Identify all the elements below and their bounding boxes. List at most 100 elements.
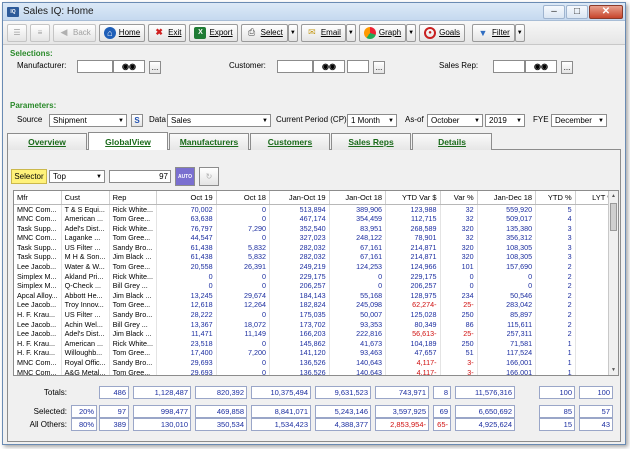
email-button[interactable]: ✉ Email xyxy=(300,23,346,42)
table-cell: 32 xyxy=(440,214,478,224)
table-cell: 71,581 xyxy=(477,338,537,349)
home-button[interactable]: ⌂ Home xyxy=(98,23,146,42)
tab-customers[interactable]: Customers xyxy=(250,133,330,150)
data-select[interactable]: Sales ▼ xyxy=(167,114,271,127)
tab-overview[interactable]: Overview xyxy=(7,133,87,150)
tab-manufacturers[interactable]: Manufacturers xyxy=(169,133,249,150)
table-row[interactable]: MNC Com... Royal Offic... Sandy Bro... 29,6… xyxy=(14,358,618,368)
fye-select[interactable]: December ▼ xyxy=(551,114,607,127)
table-cell: 282,032 xyxy=(269,242,330,253)
year-select[interactable]: 2019 ▼ xyxy=(485,114,525,127)
select-dropdown-button[interactable]: ▼ xyxy=(287,23,298,42)
exit-button[interactable]: ✖ Exit xyxy=(148,23,187,42)
column-header[interactable]: Rep xyxy=(109,191,157,205)
column-header[interactable]: Cust xyxy=(61,191,110,205)
refresh-button[interactable]: ↻ xyxy=(199,167,219,186)
table-cell: A&G Metal... xyxy=(61,367,110,375)
table-row[interactable]: Task Supp... Adel's Dist... Rick White... 7… xyxy=(14,223,618,234)
indent-icon: ≡ xyxy=(37,28,43,37)
column-header[interactable]: Jan-Dec 18 xyxy=(477,191,537,205)
month-select[interactable]: October ▼ xyxy=(427,114,483,127)
customer-code-input[interactable] xyxy=(347,60,369,73)
selector-count-input[interactable]: 97 xyxy=(109,170,171,183)
email-dropdown-button[interactable]: ▼ xyxy=(345,23,356,42)
source-select[interactable]: Shipment ▼ xyxy=(49,114,127,127)
table-row[interactable]: Task Supp... M H & Son... Jim Black ... 61,… xyxy=(14,252,618,263)
source-s-button[interactable]: S xyxy=(131,114,143,127)
table-cell: 2 xyxy=(535,281,576,291)
column-header[interactable]: Oct 18 xyxy=(216,191,270,205)
table-row[interactable]: Lee Jacob... Troy Innov... Tom Gree... 12,6… xyxy=(14,300,618,311)
table-row[interactable]: Lee Jacob... Adel's Dist... Jim Black ... 1… xyxy=(14,329,618,339)
others-ytdpct: 15 xyxy=(539,418,575,431)
table-row[interactable]: Lee Jacob... Water & W... Tom Gree... 20,55… xyxy=(14,262,618,272)
table-cell: 108,305 xyxy=(477,242,537,253)
scroll-down-icon[interactable]: ▼ xyxy=(609,365,618,375)
chevron-down-icon: ▼ xyxy=(388,117,394,124)
table-cell: 13,367 xyxy=(156,319,217,330)
column-header[interactable]: Oct 19 xyxy=(156,191,217,205)
table-row[interactable]: Task Supp... US Filter ... Sandy Bro... 61,… xyxy=(14,242,618,253)
table-row[interactable]: H. F. Krau... US Filter ... Sandy Bro... 28… xyxy=(14,310,618,320)
table-row[interactable]: MNC Com... American ... Tom Gree... 63,638 0… xyxy=(14,214,618,224)
maximize-button[interactable]: □ xyxy=(566,4,588,19)
vertical-scrollbar[interactable]: ▲ ▼ xyxy=(608,191,618,375)
table-row[interactable]: Simplex M... Q-Check ... Bill Grey ... 0 0 20… xyxy=(14,281,618,291)
graph-dropdown-button[interactable]: ▼ xyxy=(406,23,417,42)
tab-details[interactable]: Details xyxy=(412,133,492,150)
select-button[interactable]: ⎙ Select xyxy=(240,23,288,42)
table-cell: 101 xyxy=(440,262,478,272)
table-cell: Tom Gree... xyxy=(109,214,157,224)
tab-globalview[interactable]: GlobalView xyxy=(88,132,168,150)
salesrep-search-button[interactable]: ◉◉ xyxy=(525,60,557,73)
scroll-up-icon[interactable]: ▲ xyxy=(609,191,618,201)
filter-dropdown-button[interactable]: ▼ xyxy=(514,23,525,42)
table-cell: 175,035 xyxy=(269,310,330,320)
table-cell: Rick White... xyxy=(109,223,157,234)
list-view-button[interactable]: ☰ xyxy=(7,23,27,42)
goals-button[interactable]: ● Goals xyxy=(419,23,465,42)
column-header[interactable]: YTD % xyxy=(535,191,576,205)
manufacturer-search-button[interactable]: ◉◉ xyxy=(113,60,145,73)
tab-sales-reps[interactable]: Sales Reps xyxy=(331,133,411,150)
manufacturer-browse-button[interactable]: ... xyxy=(149,61,161,74)
close-button[interactable]: ✕ xyxy=(589,4,623,19)
column-header[interactable]: Mfr xyxy=(14,191,62,205)
minimize-button[interactable]: – xyxy=(543,4,565,19)
column-header[interactable]: Jan-Oct 18 xyxy=(329,191,387,205)
table-cell: 0 xyxy=(216,214,270,224)
auto-button[interactable]: AUTO xyxy=(175,167,195,186)
scroll-thumb[interactable] xyxy=(610,203,617,231)
table-cell: 157,690 xyxy=(477,262,537,272)
salesrep-input[interactable] xyxy=(493,60,525,73)
table-cell: 2 xyxy=(535,262,576,272)
customer-input[interactable] xyxy=(277,60,313,73)
table-cell: 2 xyxy=(535,300,576,311)
table-cell: 25- xyxy=(440,329,478,339)
table-row[interactable]: H. F. Krau... American ... Rick White... 23… xyxy=(14,338,618,349)
graph-button[interactable]: Graph xyxy=(358,23,407,42)
customer-browse-button[interactable]: ... xyxy=(373,61,385,74)
toolbar: ☰ ≡ ◀ Back ⌂ Home ✖ Exit X Export ⎙ Select ▼ … xyxy=(3,21,625,45)
table-row[interactable]: Lee Jacob... Achin Wel... Bill Grey ... 13,… xyxy=(14,319,618,330)
back-button[interactable]: ◀ Back xyxy=(53,23,96,42)
column-header[interactable]: Var % xyxy=(440,191,478,205)
manufacturer-input[interactable] xyxy=(77,60,113,73)
table-cell: 222,816 xyxy=(329,329,387,339)
selector-select[interactable]: Top ▼ xyxy=(49,170,105,183)
table-row[interactable]: Simplex M... Akland Pri... Rick White... 0 0… xyxy=(14,271,618,282)
column-header[interactable]: Jan-Oct 19 xyxy=(269,191,330,205)
table-cell: 182,824 xyxy=(269,300,330,311)
table-row[interactable]: Apcal Alloy... Abbott He... Jim Black ... 1… xyxy=(14,290,618,301)
table-row[interactable]: MNC Com... A&G Metal... Tom Gree... 29,693 0… xyxy=(14,367,618,375)
table-row[interactable]: MNC Com... T & S Equi... Rick White... 70,0… xyxy=(14,204,618,215)
salesrep-browse-button[interactable]: ... xyxy=(561,61,573,74)
tree-view-button[interactable]: ≡ xyxy=(30,23,50,42)
customer-search-button[interactable]: ◉◉ xyxy=(313,60,345,73)
column-header[interactable]: YTD Var $ xyxy=(385,191,441,205)
filter-button[interactable]: ▼ Filter xyxy=(472,23,515,42)
export-button[interactable]: X Export xyxy=(189,23,238,42)
table-row[interactable]: H. F. Krau... Willoughb... Tom Gree... 17,4… xyxy=(14,348,618,358)
period-select[interactable]: 1 Month ▼ xyxy=(347,114,397,127)
table-row[interactable]: MNC Com... Laganke ... Tom Gree... 44,547 0 3… xyxy=(14,233,618,243)
